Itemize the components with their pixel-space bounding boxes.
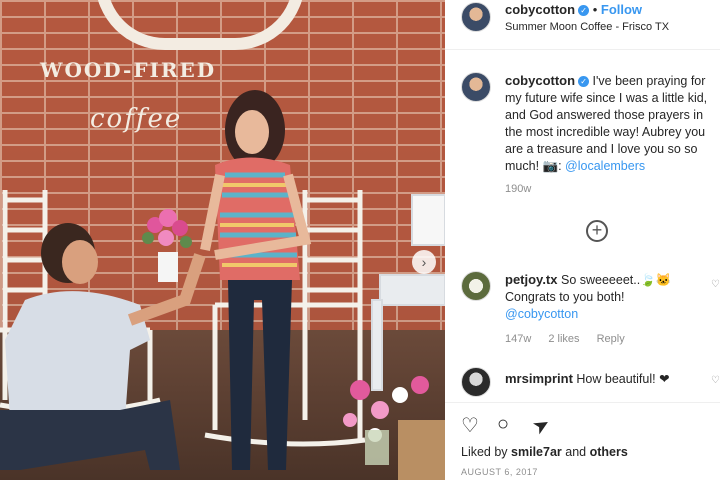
liked-by: Liked by smile7ar and others xyxy=(461,445,628,459)
header-username[interactable]: cobycotton xyxy=(505,2,575,17)
caption-time: 190w xyxy=(505,183,532,195)
comment-icon[interactable]: ○ xyxy=(497,413,509,436)
avatar[interactable] xyxy=(461,367,491,397)
comment-likes[interactable]: 2 likes xyxy=(548,333,579,345)
liked-by-user[interactable]: smile7ar xyxy=(511,445,562,459)
post-photo[interactable]: WOOD-FIRED coffee › xyxy=(0,0,445,480)
follow-button[interactable]: Follow xyxy=(601,2,642,17)
verified-icon: ✓ xyxy=(578,76,590,87)
post-header: cobycotton ✓ • Follow Summer Moon Coffee … xyxy=(445,0,720,50)
caption-mention[interactable]: @localembers xyxy=(565,159,645,173)
avatar[interactable] xyxy=(461,2,491,32)
share-icon[interactable]: ➤ xyxy=(528,410,555,440)
post-date: AUGUST 6, 2017 xyxy=(461,467,538,477)
action-bar: ♡ ○ ➤ Liked by smile7ar and others AUGUS… xyxy=(445,402,720,480)
comment-like-icon[interactable]: ♡ xyxy=(711,279,720,290)
verified-icon: ✓ xyxy=(578,5,590,16)
flower-vase-left xyxy=(142,209,192,282)
avatar[interactable] xyxy=(461,72,491,102)
comment-username[interactable]: petjoy.tx xyxy=(505,272,558,287)
header-dot: • xyxy=(592,2,598,17)
next-photo-arrow[interactable]: › xyxy=(412,250,436,274)
avatar[interactable] xyxy=(461,271,491,301)
liked-by-others[interactable]: others xyxy=(590,445,628,459)
comment-text: How beautiful! ❤ xyxy=(576,372,670,386)
comment-text-block: mrsimprint How beautiful! ❤ xyxy=(505,370,705,388)
post-details-panel: cobycotton ✓ • Follow Summer Moon Coffee … xyxy=(445,0,720,480)
comment-mention[interactable]: @cobycotton xyxy=(505,307,578,321)
proposal-scene xyxy=(0,90,445,480)
load-more-comments-icon[interactable]: + xyxy=(586,220,608,242)
comment-like-icon[interactable]: ♡ xyxy=(711,375,720,386)
caption-username[interactable]: cobycotton xyxy=(505,73,575,88)
liked-by-and: and xyxy=(565,445,587,459)
caption-text-block: cobycotton ✓ I've been praying for my fut… xyxy=(505,72,720,175)
comment-time: 147w xyxy=(505,333,532,345)
woman-figure xyxy=(200,90,312,470)
comment-reply-button[interactable]: Reply xyxy=(597,333,625,345)
liked-by-prefix: Liked by xyxy=(461,445,508,459)
comment-text-block: petjoy.tx So sweeeeet..🍃🐱 Congrats to yo… xyxy=(505,271,705,323)
comment-username[interactable]: mrsimprint xyxy=(505,371,573,386)
header-user-row: cobycotton ✓ • Follow xyxy=(505,2,642,17)
location-link[interactable]: Summer Moon Coffee - Frisco TX xyxy=(505,21,669,33)
heart-icon[interactable]: ♡ xyxy=(461,413,479,438)
comment-meta: 147w 2 likes Reply xyxy=(505,333,639,345)
side-table xyxy=(371,194,445,391)
